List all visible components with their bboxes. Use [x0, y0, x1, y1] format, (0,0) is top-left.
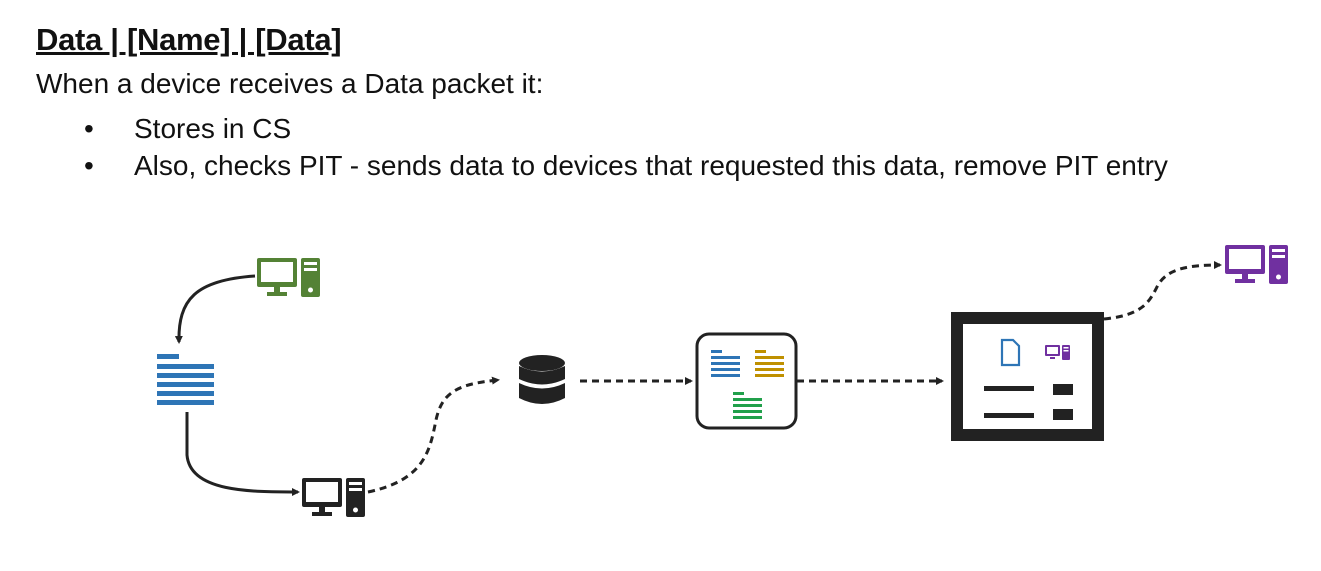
table-panel-icon	[695, 332, 798, 430]
arrow-packet-to-router	[185, 412, 300, 496]
desktop-computer-icon	[1225, 245, 1288, 284]
document-lines-icon	[157, 354, 214, 405]
arrow-source-to-packet	[174, 274, 256, 344]
arrow-router-to-cs	[367, 376, 500, 494]
desktop-computer-icon	[302, 478, 365, 517]
arrow-panel-to-destination	[1103, 261, 1222, 321]
database-icon	[519, 355, 565, 404]
desktop-computer-icon	[257, 258, 320, 297]
data-flow-diagram	[157, 245, 1288, 517]
device-panel-icon	[951, 312, 1104, 441]
